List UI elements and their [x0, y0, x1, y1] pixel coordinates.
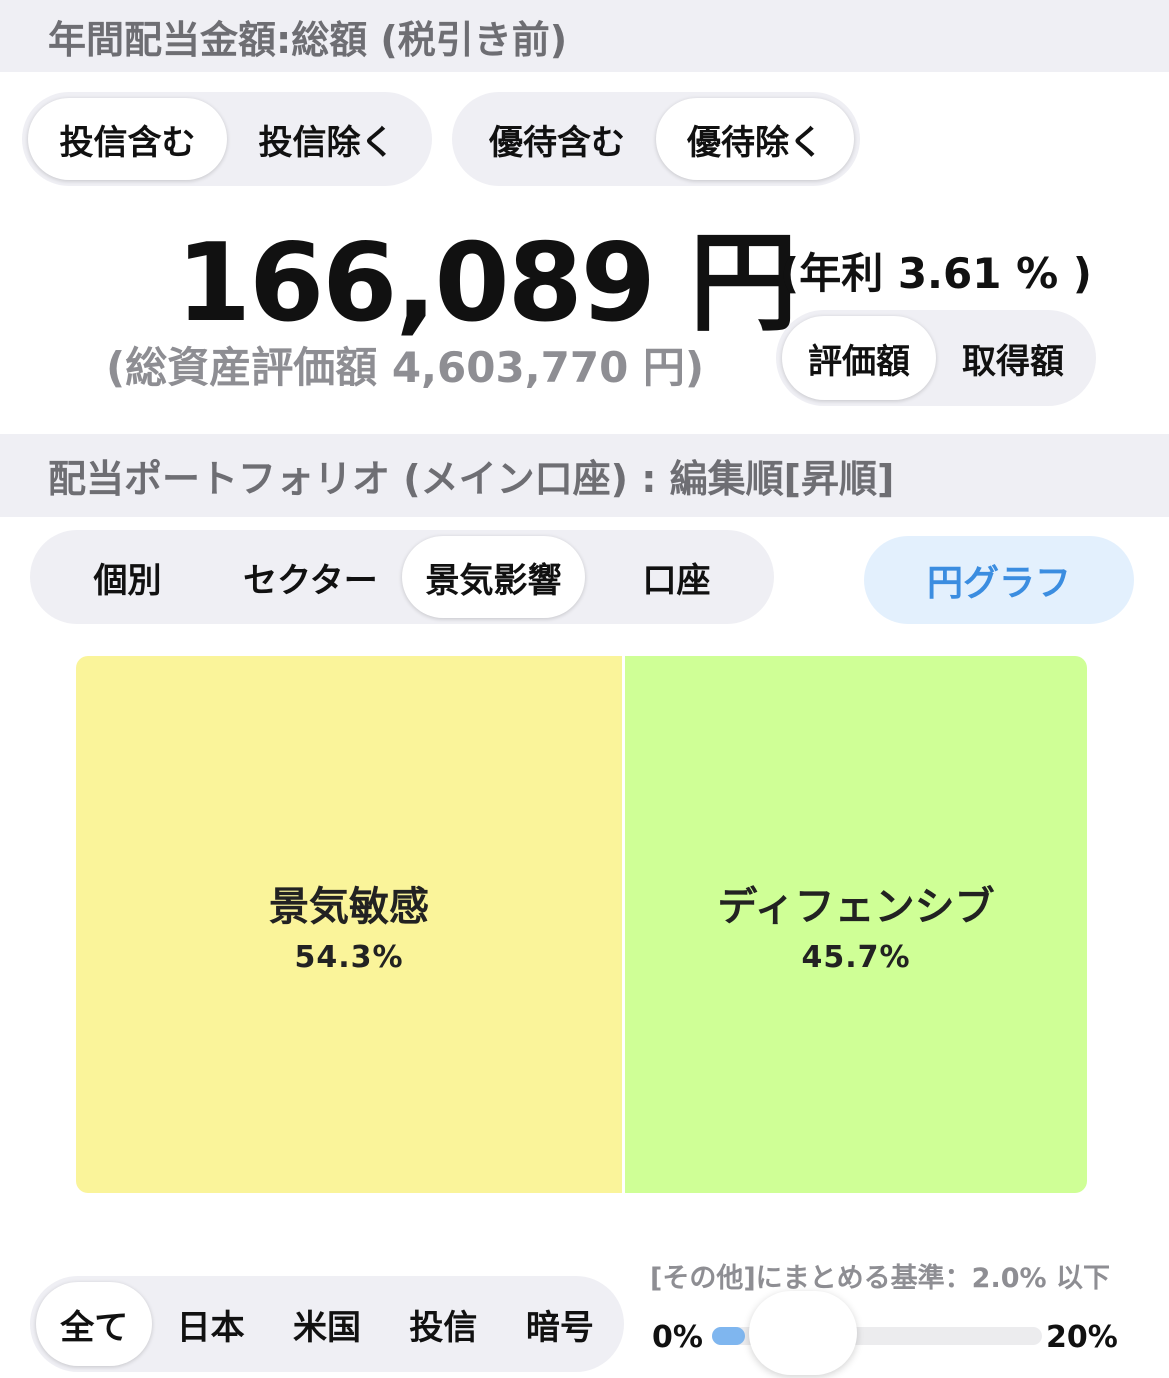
fund-toggle: 投信含む 投信除く — [22, 92, 432, 186]
section-title: 年間配当金額:総額 (税引き前) — [48, 17, 568, 62]
tab-fund[interactable]: 投信 — [385, 1282, 501, 1366]
total-assets-value: (総資産評価額 4,603,770 円) — [106, 343, 705, 392]
tab-sector[interactable]: セクター — [219, 536, 402, 618]
yutai-include-button[interactable]: 優待含む — [458, 98, 656, 180]
treemap-tile[interactable]: ディフェンシブ 45.7% — [625, 656, 1087, 1193]
tile-percent: 54.3% — [294, 940, 404, 975]
yutai-exclude-button[interactable]: 優待除く — [656, 98, 854, 180]
tab-account[interactable]: 口座 — [585, 536, 768, 618]
other-threshold-label: [その他]にまとめる基準：2.0% 以下 — [650, 1263, 1110, 1294]
slider-min-label: 0% — [652, 1320, 703, 1355]
annual-yield: (年利 3.61 % ) — [780, 249, 1092, 298]
tab-us[interactable]: 米国 — [269, 1282, 385, 1366]
region-tabs: 全て 日本 米国 投信 暗号 — [30, 1276, 624, 1372]
portfolio-treemap: 景気敏感 54.3% ディフェンシブ 45.7% — [76, 656, 1087, 1193]
slider-thumb[interactable] — [749, 1291, 857, 1375]
fund-exclude-button[interactable]: 投信除く — [227, 98, 426, 180]
basis-acquisition-button[interactable]: 取得額 — [936, 316, 1090, 400]
tab-economic-impact[interactable]: 景気影響 — [402, 536, 585, 618]
basis-valuation-button[interactable]: 評価額 — [782, 316, 936, 400]
category-tabs: 個別 セクター 景気影響 口座 — [30, 530, 774, 624]
tab-crypto[interactable]: 暗号 — [502, 1282, 618, 1366]
tab-japan[interactable]: 日本 — [152, 1282, 268, 1366]
yutai-toggle: 優待含む 優待除く — [452, 92, 860, 186]
section-header-portfolio: 配当ポートフォリオ (メイン口座) : 編集順[昇順] — [0, 434, 1169, 517]
tile-name: 景気敏感 — [269, 884, 429, 930]
section-title: 配当ポートフォリオ (メイン口座) : 編集順[昇順] — [48, 457, 895, 501]
tile-name: ディフェンシブ — [717, 884, 995, 930]
section-header-annual-dividend: 年間配当金額:総額 (税引き前) — [0, 0, 1169, 72]
annual-dividend-amount: 166,089 円 — [176, 221, 798, 346]
threshold-slider[interactable] — [712, 1291, 1042, 1375]
fund-include-button[interactable]: 投信含む — [28, 98, 227, 180]
tile-percent: 45.7% — [801, 940, 911, 975]
tab-individual[interactable]: 個別 — [36, 536, 219, 618]
basis-toggle: 評価額 取得額 — [776, 310, 1096, 406]
slider-max-label: 20% — [1046, 1320, 1118, 1355]
slider-fill — [712, 1327, 745, 1345]
treemap-tile[interactable]: 景気敏感 54.3% — [76, 656, 622, 1193]
pie-chart-button[interactable]: 円グラフ — [864, 536, 1134, 624]
tab-all[interactable]: 全て — [36, 1282, 153, 1366]
